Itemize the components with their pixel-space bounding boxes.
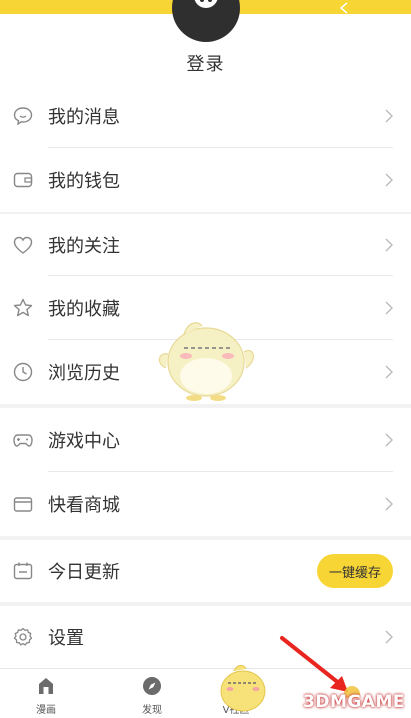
community-mascot-icon (220, 665, 266, 712)
menu-item-wallet[interactable]: 我的钱包 (0, 148, 411, 212)
profile-screen: 登录 我的消息 我的钱包 我的关注 我的收藏 浏览历史 游戏中心 快看商城 今日… (0, 0, 411, 718)
clock-icon (13, 362, 33, 382)
heart-icon (13, 236, 33, 254)
watermark: 3DMGAME (303, 692, 405, 712)
avatar-face (194, 0, 218, 8)
tab-label: 漫画 (36, 705, 56, 716)
menu-group-account: 我的消息 我的钱包 (0, 84, 411, 212)
chevron-right-icon (385, 173, 393, 187)
menu-label: 设置 (48, 628, 84, 649)
home-icon (39, 678, 53, 694)
menu-group-services: 游戏中心 快看商城 (0, 408, 411, 536)
shop-icon (13, 497, 33, 512)
duck-mascot-illustration (158, 322, 254, 401)
login-label[interactable]: 登录 (0, 50, 411, 76)
chevron-right-icon (385, 109, 393, 123)
menu-item-mall[interactable]: 快看商城 (0, 472, 411, 536)
wallet-icon (13, 172, 33, 188)
avatar-eye (200, 0, 204, 2)
chevron-right-icon (385, 238, 393, 252)
menu-label: 我的消息 (48, 107, 120, 128)
annotation-arrow (280, 636, 360, 698)
chevron-right-icon (385, 301, 393, 315)
star-icon (13, 298, 33, 317)
chevron-right-icon (385, 433, 393, 447)
tab-label: 发现 (142, 705, 162, 716)
avatar[interactable] (172, 0, 240, 42)
back-arrow-icon[interactable] (338, 2, 352, 14)
avatar-eye (208, 0, 212, 2)
menu-item-messages[interactable]: 我的消息 (0, 84, 411, 148)
menu-label: 浏览历史 (48, 363, 120, 384)
menu-label: 今日更新 (48, 562, 120, 583)
menu-label: 我的关注 (48, 236, 120, 257)
gear-icon (13, 627, 33, 646)
menu-label: 我的收藏 (48, 299, 120, 320)
menu-item-updates[interactable]: 今日更新 一键缓存 (0, 540, 411, 602)
chevron-right-icon (385, 497, 393, 511)
chevron-right-icon (385, 630, 393, 644)
tab-comics[interactable]: 漫画 (16, 675, 76, 716)
compass-icon (143, 677, 161, 695)
menu-item-games[interactable]: 游戏中心 (0, 408, 411, 472)
one-click-cache-button[interactable]: 一键缓存 (317, 554, 393, 588)
menu-label: 快看商城 (48, 495, 120, 516)
menu-item-follows[interactable]: 我的关注 (0, 214, 411, 276)
menu-label: 游戏中心 (48, 431, 120, 452)
calendar-icon (13, 562, 33, 580)
tab-discover[interactable]: 发现 (122, 675, 182, 716)
gamepad-icon (13, 434, 33, 447)
chevron-right-icon (385, 365, 393, 379)
menu-group-updates: 今日更新 一键缓存 (0, 540, 411, 602)
menu-label: 我的钱包 (48, 171, 120, 192)
chat-bubble-icon (13, 107, 33, 126)
profile-header: 登录 (0, 0, 411, 84)
